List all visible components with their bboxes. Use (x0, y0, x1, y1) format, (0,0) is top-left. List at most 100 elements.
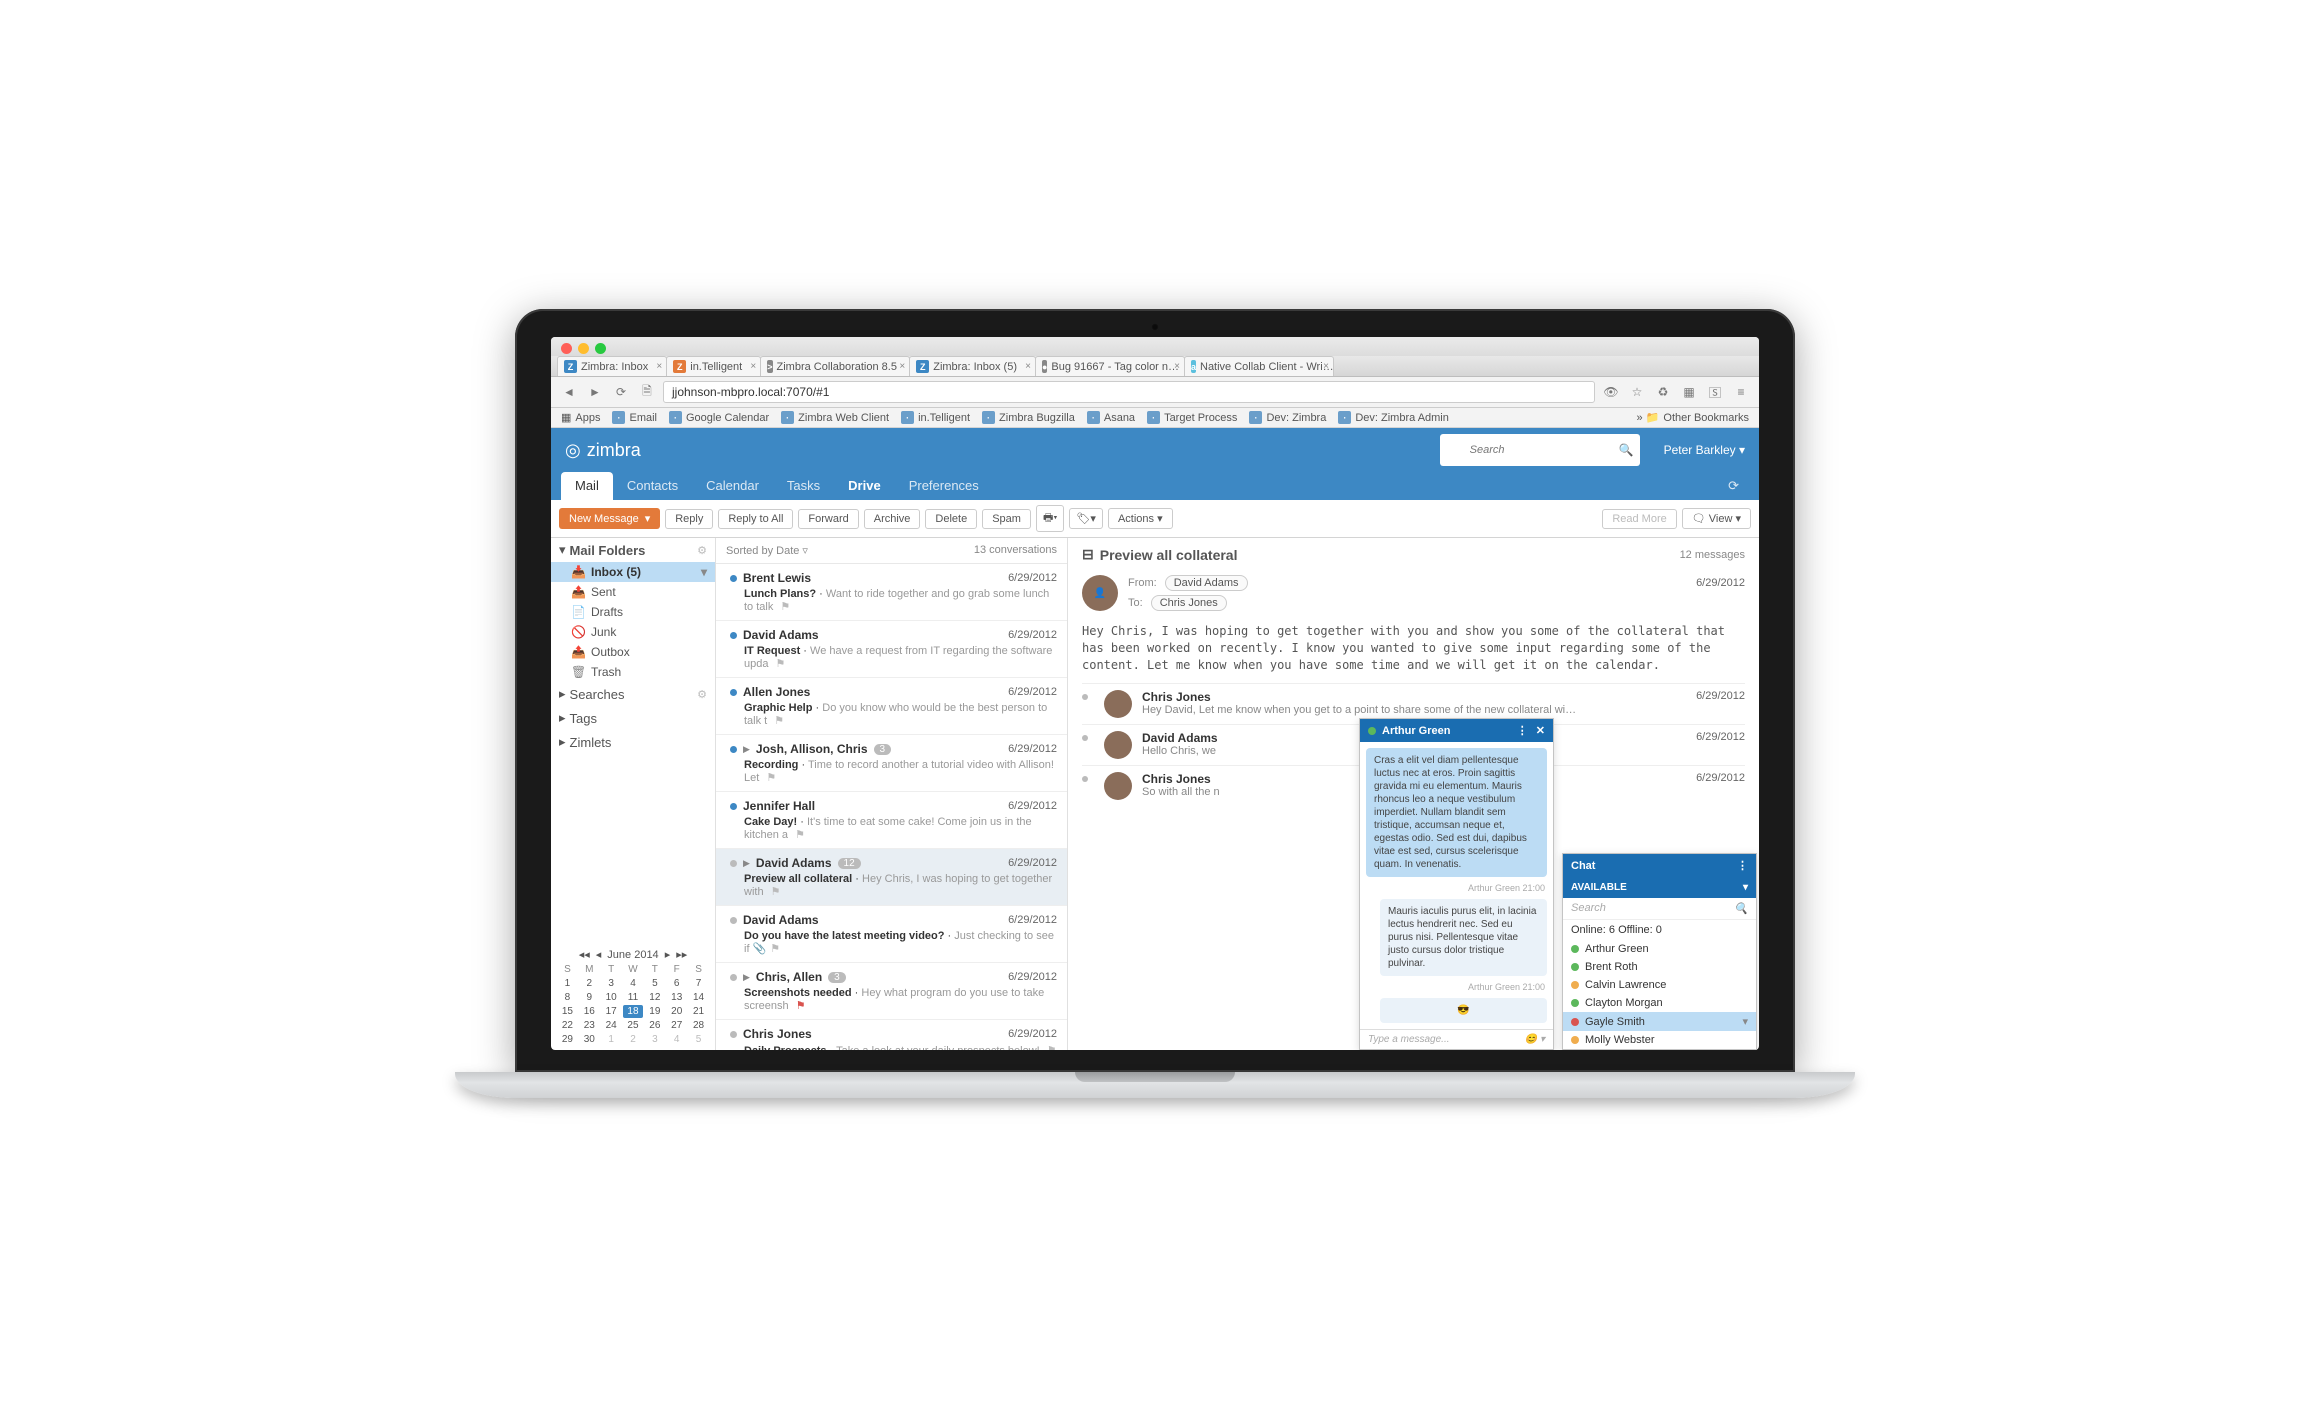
reply-button[interactable]: Reply (665, 509, 713, 529)
folder-outbox[interactable]: 📤Outbox (551, 642, 715, 662)
delete-button[interactable]: Delete (925, 509, 977, 529)
cal-next-year[interactable]: ▸▸ (676, 948, 687, 961)
tab-calendar[interactable]: Calendar (692, 472, 773, 500)
bookmark-item[interactable]: ·Dev: Zimbra (1249, 411, 1326, 424)
message-item[interactable]: Allen Jones6/29/2012 Graphic Help · Do y… (716, 678, 1067, 735)
browser-tab[interactable]: ●Bug 91667 - Tag color n…× (1035, 356, 1185, 376)
folder-inbox[interactable]: 📥Inbox (5)▾ (551, 562, 715, 582)
view-button[interactable]: 🗨 View ▾ (1682, 508, 1751, 529)
folder-trash[interactable]: 🗑Trash (551, 662, 715, 682)
tab-mail[interactable]: Mail (561, 472, 613, 500)
calendar-day[interactable]: 3 (644, 1033, 665, 1046)
flag-icon[interactable]: ⚑ (776, 658, 786, 670)
to-chip[interactable]: Chris Jones (1151, 595, 1227, 611)
browser-tab[interactable]: aNative Collab Client - Wri…× (1184, 356, 1334, 376)
read-more-button[interactable]: Read More (1602, 509, 1676, 529)
roster-item[interactable]: Molly Webster (1563, 1031, 1756, 1049)
mail-scope-icon[interactable]: ✉ ▾ (1446, 436, 1464, 464)
calendar-day[interactable]: 1 (601, 1033, 622, 1046)
roster-item[interactable]: Clayton Morgan (1563, 994, 1756, 1012)
roster-search[interactable]: Search🔍 (1563, 898, 1756, 920)
ext-icon[interactable]: ▦ (1679, 385, 1699, 399)
reply-all-button[interactable]: Reply to All (718, 509, 793, 529)
expand-icon[interactable]: ⊟ (1082, 546, 1094, 563)
minimize-dot[interactable] (578, 343, 589, 354)
calendar-day[interactable]: 15 (557, 1005, 578, 1018)
tab-preferences[interactable]: Preferences (895, 472, 993, 500)
message-item[interactable]: ▶Chris, Allen36/29/2012 Screenshots need… (716, 963, 1067, 1020)
tab-close-icon[interactable]: × (1174, 361, 1180, 372)
roster-item[interactable]: Arthur Green (1563, 940, 1756, 958)
searches-header[interactable]: ▸ Searches⚙ (551, 682, 715, 706)
tab-close-icon[interactable]: × (899, 361, 905, 372)
forward-button[interactable]: Forward (798, 509, 858, 529)
calendar-day[interactable]: 25 (623, 1019, 644, 1032)
calendar-day[interactable]: 17 (601, 1005, 622, 1018)
refresh-icon[interactable]: ⟳ (1718, 472, 1749, 500)
eye-icon[interactable]: 👁 (1601, 385, 1621, 399)
mail-folders-header[interactable]: ▾ Mail Folders⚙ (551, 538, 715, 562)
bookmark-item[interactable]: ·Target Process (1147, 411, 1237, 424)
calendar-day[interactable]: 29 (557, 1033, 578, 1046)
calendar-day[interactable]: 11 (623, 991, 644, 1004)
print-button[interactable]: 🖶▾ (1036, 505, 1064, 532)
calendar-day[interactable]: 22 (557, 1019, 578, 1032)
tab-close-icon[interactable]: × (1323, 361, 1329, 372)
star-icon[interactable]: ☆ (1627, 385, 1647, 399)
calendar-day[interactable]: 21 (688, 1005, 709, 1018)
gear-icon[interactable]: ⚙ (697, 544, 707, 557)
calendar-day[interactable]: 18 (623, 1005, 644, 1018)
new-message-button[interactable]: New Message ▾ (559, 508, 660, 529)
flag-icon[interactable]: ⚑ (766, 772, 776, 784)
calendar-day[interactable]: 4 (666, 1033, 687, 1046)
flag-icon[interactable]: ⚑ (770, 943, 780, 955)
expand-icon[interactable]: ▶ (743, 972, 750, 983)
message-item[interactable]: ▶David Adams126/29/2012 Preview all coll… (716, 849, 1067, 906)
browser-tab[interactable]: ZZimbra: Inbox (5)× (909, 356, 1036, 376)
close-dot[interactable] (561, 343, 572, 354)
tab-contacts[interactable]: Contacts (613, 472, 692, 500)
calendar-day[interactable]: 7 (688, 977, 709, 990)
tab-tasks[interactable]: Tasks (773, 472, 834, 500)
bookmark-item[interactable]: ·Zimbra Web Client (781, 411, 889, 424)
calendar-day[interactable]: 14 (688, 991, 709, 1004)
bookmark-item[interactable]: ·in.Telligent (901, 411, 970, 424)
flag-icon[interactable]: ⚑ (774, 715, 784, 727)
calendar-day[interactable]: 27 (666, 1019, 687, 1032)
ext2-icon[interactable]: 🅂 (1705, 384, 1725, 401)
chat-input[interactable]: Type a message...😊 ▾ (1360, 1029, 1553, 1049)
calendar-day[interactable]: 5 (644, 977, 665, 990)
roster-item[interactable]: Calvin Lawrence (1563, 976, 1756, 994)
chat-close-icon[interactable]: ✕ (1536, 724, 1545, 737)
calendar-day[interactable]: 20 (666, 1005, 687, 1018)
tab-close-icon[interactable]: × (750, 361, 756, 372)
roster-item[interactable]: Gayle Smith▾ (1563, 1012, 1756, 1031)
gear-icon[interactable]: ⚙ (697, 688, 707, 701)
zimlets-header[interactable]: ▸ Zimlets (551, 730, 715, 754)
bookmark-item[interactable]: ·Google Calendar (669, 411, 769, 424)
calendar-day[interactable]: 5 (688, 1033, 709, 1046)
bookmark-item[interactable]: ·Email (612, 411, 657, 424)
cal-prev-month[interactable]: ◂ (596, 948, 602, 961)
sort-label[interactable]: Sorted by Date ▿ (726, 544, 808, 557)
browser-tab[interactable]: >Zimbra Collaboration 8.5× (760, 356, 910, 376)
tag-button[interactable]: 🏷▾ (1069, 508, 1103, 529)
message-item[interactable]: Brent Lewis6/29/2012 Lunch Plans? · Want… (716, 564, 1067, 621)
cal-next-month[interactable]: ▸ (665, 948, 671, 961)
back-button[interactable]: ◄ (559, 385, 579, 399)
calendar-day[interactable]: 6 (666, 977, 687, 990)
calendar-day[interactable]: 13 (666, 991, 687, 1004)
other-bookmarks[interactable]: » 📁 Other Bookmarks (1637, 411, 1749, 424)
calendar-day[interactable]: 4 (623, 977, 644, 990)
spam-button[interactable]: Spam (982, 509, 1031, 529)
calendar-day[interactable]: 2 (623, 1033, 644, 1046)
browser-tab[interactable]: ZZimbra: Inbox× (557, 356, 667, 376)
calendar-day[interactable]: 9 (579, 991, 600, 1004)
calendar-day[interactable]: 30 (579, 1033, 600, 1046)
tab-close-icon[interactable]: × (1025, 361, 1031, 372)
message-item[interactable]: Jennifer Hall6/29/2012 Cake Day! · It's … (716, 792, 1067, 849)
search-box[interactable]: ✉ ▾ 🔍 (1440, 434, 1640, 466)
search-input[interactable] (1470, 444, 1613, 456)
message-item[interactable]: David Adams6/29/2012 Do you have the lat… (716, 906, 1067, 963)
calendar-day[interactable]: 16 (579, 1005, 600, 1018)
